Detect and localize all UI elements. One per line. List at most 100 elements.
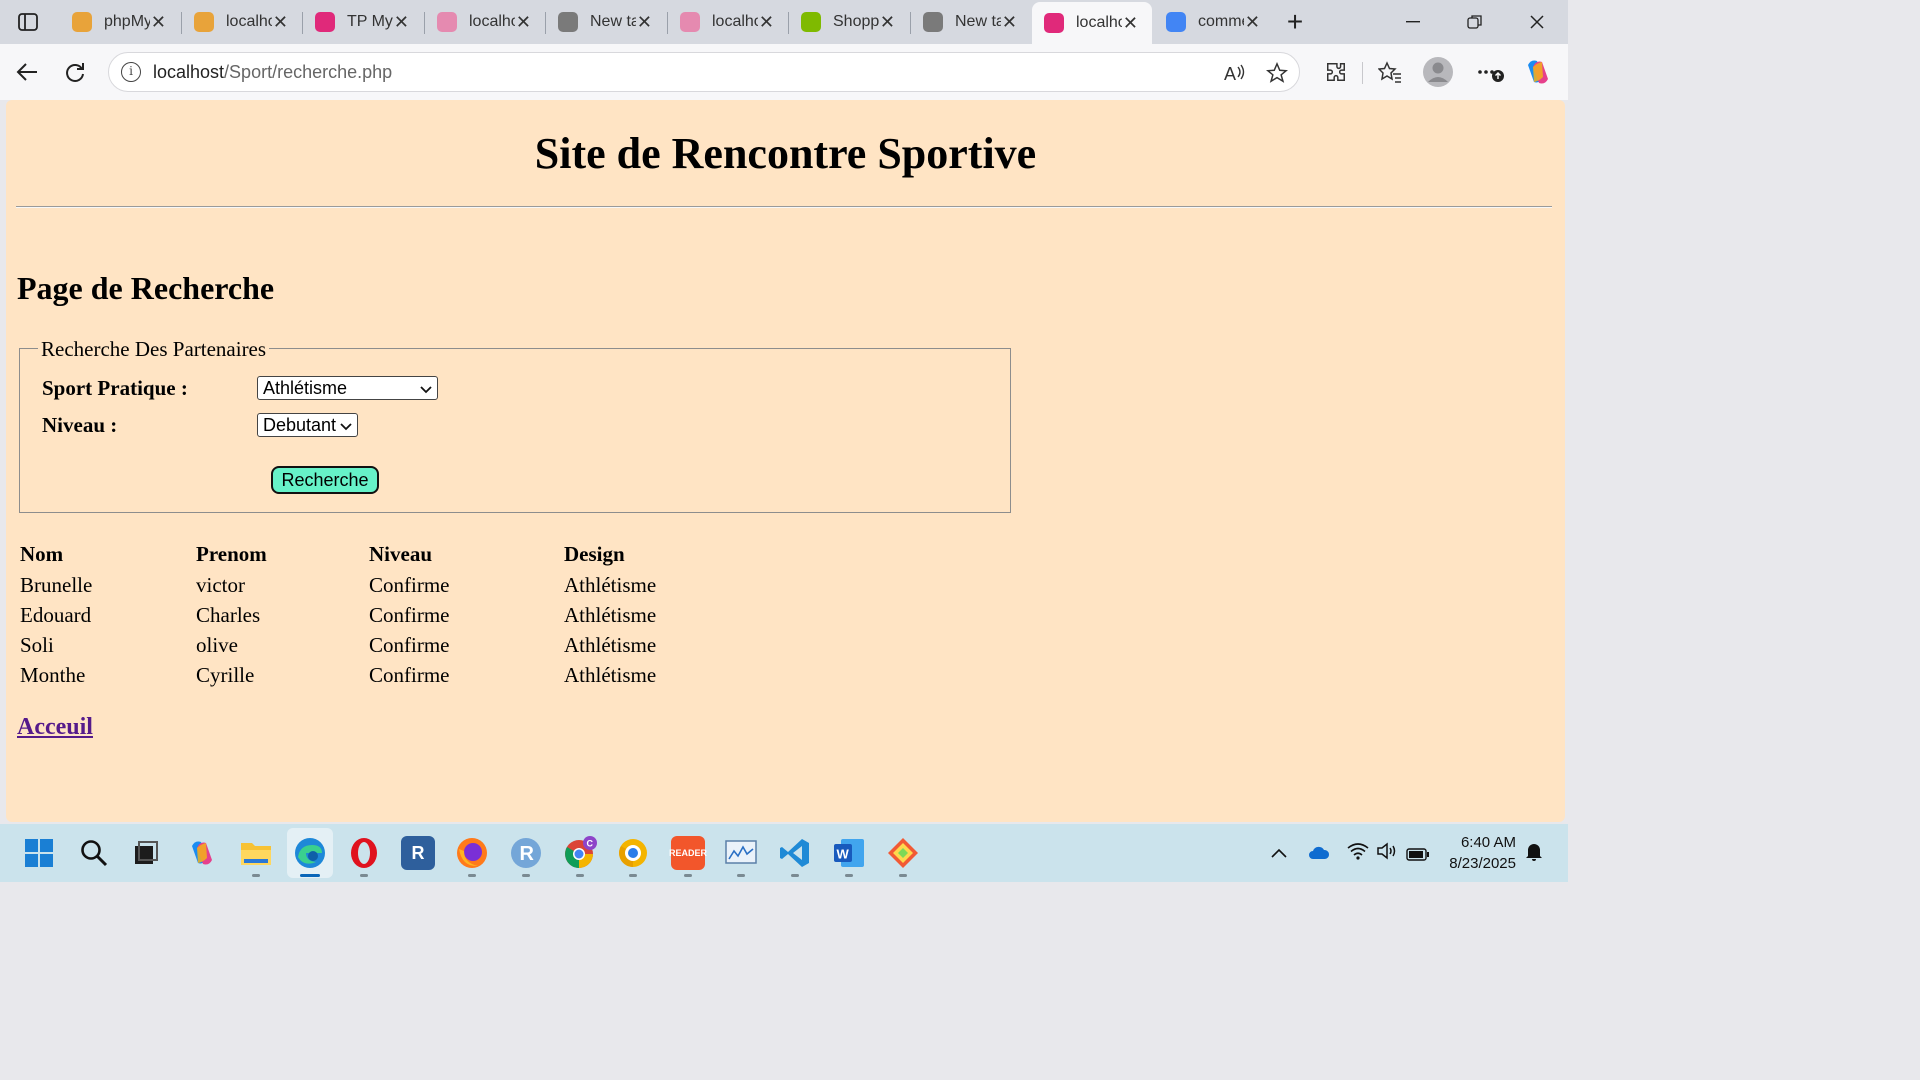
tab-close-icon[interactable]: ✕	[637, 12, 652, 33]
chrome-canary-icon[interactable]	[616, 836, 650, 870]
chevron-down-icon	[340, 415, 352, 437]
toolbar-divider	[1362, 62, 1363, 84]
table-cell: Confirme	[369, 663, 450, 687]
table-cell: Athlétisme	[564, 573, 657, 597]
minimize-button[interactable]	[1382, 0, 1444, 44]
col-header-prenom: Prenom	[196, 542, 267, 566]
tab-close-icon[interactable]: ✕	[516, 12, 531, 33]
niveau-select[interactable]: Debutant	[257, 413, 358, 437]
tab-label: New tab	[590, 13, 636, 30]
tab-actions-icon[interactable]	[0, 0, 56, 44]
search-submit-button[interactable]: Recherche	[271, 466, 379, 494]
more-options-icon[interactable]	[1472, 54, 1508, 90]
browser-tab[interactable]: localhost✕	[425, 4, 545, 40]
sport-select[interactable]: Athlétisme	[257, 376, 438, 400]
table-cell: Athlétisme	[564, 603, 657, 627]
start-icon[interactable]	[22, 836, 56, 870]
page-title: Page de Recherche	[17, 270, 275, 306]
tab-label: localhost	[226, 13, 272, 30]
phpmyadmin-icon	[72, 12, 92, 32]
web-page: Site de Rencontre Sportive Page de Reche…	[6, 100, 1565, 822]
show-hidden-icons-chevron[interactable]	[1271, 842, 1287, 863]
address-bar[interactable]: i localhost/Sport/recherche.php A	[108, 52, 1300, 92]
table-cell: Soli	[20, 633, 54, 657]
clock-date: 8/23/2025	[1449, 855, 1516, 872]
browser-tab[interactable]: localhost✕	[182, 4, 302, 40]
svg-text:W: W	[837, 847, 850, 862]
tab-close-icon[interactable]: ✕	[151, 12, 166, 33]
tab-separator	[545, 12, 546, 34]
copilot-icon[interactable]	[1520, 54, 1556, 90]
read-aloud-icon[interactable]: A	[1217, 55, 1253, 91]
running-indicator	[468, 874, 476, 877]
clock-time: 6:40 AM	[1460, 834, 1516, 851]
tab-strip: phpMyAdmin✕localhost✕TP MySQL✕localhost✕…	[0, 0, 1568, 44]
table-cell: Charles	[196, 603, 261, 627]
table-cell: Confirme	[369, 573, 450, 597]
site-info-icon[interactable]: i	[121, 62, 141, 82]
onedrive-icon[interactable]	[1308, 844, 1330, 865]
file-explorer-icon[interactable]	[239, 836, 273, 870]
notifications-bell-icon[interactable]	[1525, 842, 1543, 867]
col-header-design: Design	[564, 542, 625, 566]
wifi-icon[interactable]	[1347, 842, 1369, 865]
browser-tab[interactable]: TP MySQL✕	[303, 4, 423, 40]
system-clock[interactable]: 6:40 AM 8/23/2025	[1449, 832, 1516, 874]
search-icon[interactable]	[77, 836, 111, 870]
newtab-icon	[923, 12, 943, 32]
r-console-icon[interactable]: R	[509, 836, 543, 870]
edge-icon[interactable]	[293, 836, 327, 870]
niveau-label: Niveau :	[42, 413, 118, 437]
running-indicator	[737, 874, 745, 877]
r-icon[interactable]: R	[401, 836, 435, 870]
word-icon[interactable]: W	[832, 836, 866, 870]
running-indicator	[522, 874, 530, 877]
browser-tab[interactable]: New tab✕	[546, 4, 666, 40]
tab-close-icon[interactable]: ✕	[880, 12, 895, 33]
chrome-icon[interactable]: C	[563, 836, 597, 870]
svg-text:C: C	[587, 839, 594, 849]
reader-icon[interactable]: READER	[669, 836, 707, 870]
browser-tab[interactable]: Shopping✕	[789, 4, 909, 40]
copilot-icon[interactable]	[185, 836, 219, 870]
home-link[interactable]: Acceuil	[17, 714, 93, 741]
task-view-icon[interactable]	[129, 836, 163, 870]
running-indicator	[684, 874, 692, 877]
browser-tab[interactable]: localhost✕	[1032, 2, 1152, 44]
profile-avatar[interactable]	[1420, 54, 1456, 90]
tab-close-icon[interactable]: ✕	[273, 12, 288, 33]
vscode-icon[interactable]	[778, 836, 812, 870]
restore-button[interactable]	[1444, 0, 1506, 44]
tab-close-icon[interactable]: ✕	[759, 12, 774, 33]
tab-close-icon[interactable]: ✕	[1245, 12, 1260, 33]
monitor-icon[interactable]	[724, 836, 758, 870]
browser-tab[interactable]: localhost✕	[668, 4, 788, 40]
new-tab-button[interactable]: +	[1266, 0, 1324, 44]
tab-separator	[910, 12, 911, 34]
browser-tab[interactable]: comment✕	[1154, 4, 1274, 40]
opera-icon[interactable]	[347, 836, 381, 870]
volume-icon[interactable]	[1376, 842, 1398, 865]
tab-close-icon[interactable]: ✕	[1123, 13, 1138, 34]
git-icon[interactable]	[886, 836, 920, 870]
running-indicator	[252, 874, 260, 877]
url-text[interactable]: localhost/Sport/recherche.php	[153, 62, 392, 83]
extensions-icon[interactable]	[1318, 54, 1354, 90]
tab-label: comment	[1198, 13, 1244, 30]
tab-close-icon[interactable]: ✕	[394, 12, 409, 33]
back-button[interactable]	[9, 54, 45, 90]
browser-tab[interactable]: phpMyAdmin✕	[60, 4, 180, 40]
battery-icon[interactable]	[1406, 845, 1430, 866]
running-indicator	[576, 874, 584, 877]
firefox-icon[interactable]	[455, 836, 489, 870]
close-window-button[interactable]	[1506, 0, 1568, 44]
browser-tab[interactable]: New tab✕	[911, 4, 1031, 40]
tab-close-icon[interactable]: ✕	[1002, 12, 1017, 33]
tab-label: Shopping	[833, 13, 879, 30]
favorites-icon[interactable]	[1372, 54, 1408, 90]
tab-separator	[424, 12, 425, 34]
reload-button[interactable]	[57, 54, 93, 90]
favorite-star-icon[interactable]	[1259, 55, 1295, 91]
tab-separator	[181, 12, 182, 34]
wamp-icon	[315, 12, 335, 32]
